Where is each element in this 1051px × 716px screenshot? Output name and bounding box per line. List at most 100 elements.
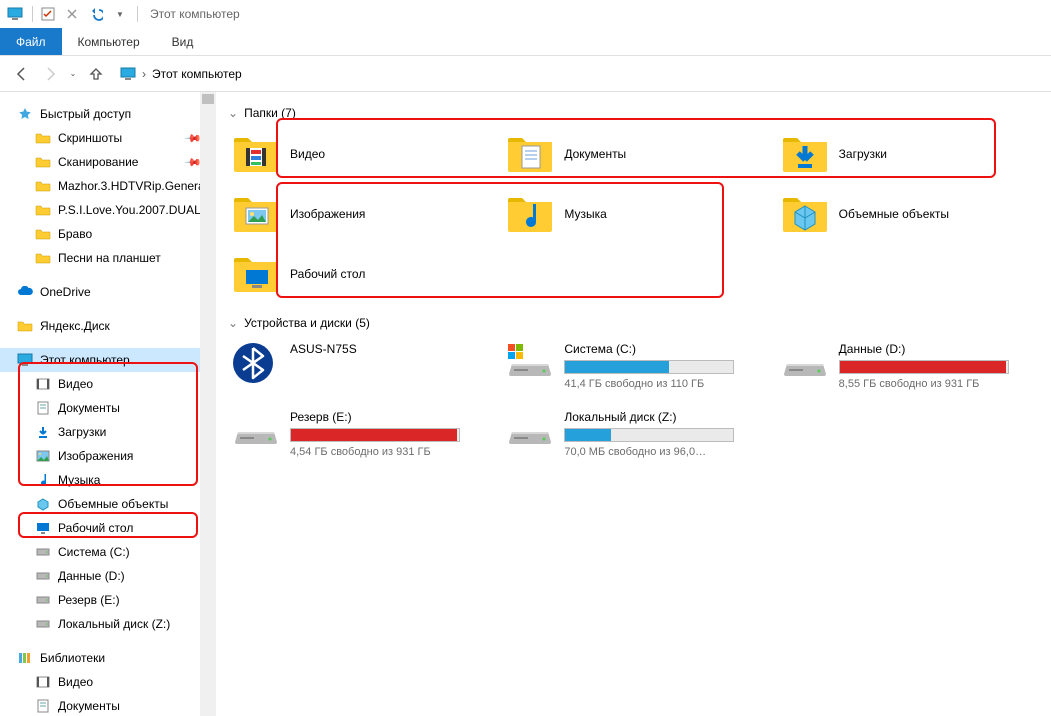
- folder-icon: [232, 134, 280, 174]
- drive-icon: [781, 342, 829, 382]
- sidebar-item[interactable]: Изображения: [0, 444, 216, 468]
- sidebar-item[interactable]: Данные (D:): [0, 564, 216, 588]
- folder-icon: [34, 201, 52, 219]
- drive-name: Локальный диск (Z:): [564, 410, 760, 424]
- item-icon: [34, 471, 52, 489]
- chevron-down-icon: ⌄: [228, 316, 238, 330]
- window-title: Этот компьютер: [150, 7, 240, 21]
- sidebar-item[interactable]: Скриншоты📌: [0, 126, 216, 150]
- content-pane: ⌄ Папки (7) ВидеоДокументыЗагрузки Изобра…: [216, 92, 1051, 716]
- breadcrumb-location[interactable]: Этот компьютер: [152, 67, 242, 81]
- drive-item[interactable]: Резерв (E:) 4,54 ГБ свободно из 931 ГБ: [228, 406, 490, 462]
- sidebar-onedrive[interactable]: OneDrive: [0, 280, 216, 304]
- sidebar-libraries[interactable]: Библиотеки: [0, 646, 216, 670]
- sidebar-item[interactable]: Видео: [0, 372, 216, 396]
- sidebar-item[interactable]: Рабочий стол: [0, 516, 216, 540]
- drive-name: ASUS-N75S: [290, 342, 486, 356]
- star-icon: [16, 105, 34, 123]
- folder-item[interactable]: Документы: [502, 128, 764, 180]
- sidebar-item[interactable]: Локальный диск (Z:): [0, 612, 216, 636]
- folder-item[interactable]: Музыка: [502, 188, 764, 240]
- tab-file[interactable]: Файл: [0, 28, 62, 55]
- folder-icon: [34, 177, 52, 195]
- folder-icon: [16, 317, 34, 335]
- capacity-bar: [564, 360, 734, 374]
- chevron-down-icon: ⌄: [228, 106, 238, 120]
- ribbon-tabs: Файл Компьютер Вид: [0, 28, 1051, 56]
- item-icon: [34, 567, 52, 585]
- tab-view[interactable]: Вид: [156, 28, 210, 55]
- drive-name: Резерв (E:): [290, 410, 486, 424]
- separator: [137, 6, 138, 22]
- sidebar-scrollbar[interactable]: [200, 92, 216, 716]
- drive-subtext: 8,55 ГБ свободно из 931 ГБ: [839, 378, 1035, 390]
- sidebar-this-pc[interactable]: Этот компьютер: [0, 348, 216, 372]
- drive-item[interactable]: Локальный диск (Z:)70,0 МБ свободно из 9…: [502, 406, 764, 462]
- item-icon: [34, 615, 52, 633]
- group-drives[interactable]: ⌄ Устройства и диски (5): [228, 316, 1039, 330]
- item-icon: [34, 543, 52, 561]
- sidebar-item[interactable]: Видео: [0, 670, 216, 694]
- qat-undo-icon[interactable]: [85, 3, 107, 25]
- item-icon: [34, 423, 52, 441]
- sidebar-yandex[interactable]: Яндекс.Диск: [0, 314, 216, 338]
- folder-item[interactable]: Видео: [228, 128, 490, 180]
- drive-icon: [232, 342, 280, 382]
- drive-icon: [506, 410, 554, 450]
- drive-icon: [506, 342, 554, 382]
- pc-icon: [16, 351, 34, 369]
- drive-name: Данные (D:): [839, 342, 1035, 356]
- sidebar-item[interactable]: P.S.I.Love.You.2007.DUAL.BDRip: [0, 198, 216, 222]
- forward-button[interactable]: [38, 62, 62, 86]
- recent-dropdown[interactable]: ⌄: [66, 62, 80, 86]
- pc-icon: [120, 67, 136, 81]
- qat-close-icon[interactable]: [61, 3, 83, 25]
- folder-icon: [232, 194, 280, 234]
- sidebar-item[interactable]: Документы: [0, 694, 216, 716]
- folder-icon: [34, 129, 52, 147]
- app-icon: [4, 3, 26, 25]
- breadcrumb[interactable]: › Этот компьютер: [120, 67, 242, 81]
- sidebar-item[interactable]: Загрузки: [0, 420, 216, 444]
- sidebar-item[interactable]: Песни на планшет: [0, 246, 216, 270]
- item-icon: [34, 375, 52, 393]
- sidebar-item[interactable]: Объемные объекты: [0, 492, 216, 516]
- drive-subtext: 4,54 ГБ свободно из 931 ГБ: [290, 446, 486, 458]
- chevron-right-icon: ›: [142, 67, 146, 81]
- item-icon: [34, 399, 52, 417]
- sidebar-item[interactable]: Музыка: [0, 468, 216, 492]
- sidebar-item[interactable]: Mazhor.3.HDTVRip.GeneralFilm: [0, 174, 216, 198]
- folder-item[interactable]: Изображения: [228, 188, 490, 240]
- folder-icon: [506, 194, 554, 234]
- tab-computer[interactable]: Компьютер: [62, 28, 156, 55]
- sidebar-item[interactable]: Система (C:): [0, 540, 216, 564]
- sidebar-quick-access[interactable]: Быстрый доступ: [0, 102, 216, 126]
- drive-item[interactable]: Данные (D:) 8,55 ГБ свободно из 931 ГБ: [777, 338, 1039, 394]
- sidebar-item[interactable]: Документы: [0, 396, 216, 420]
- folder-item[interactable]: Объемные объекты: [777, 188, 1039, 240]
- drive-item[interactable]: Система (C:)41,4 ГБ свободно из 110 ГБ: [502, 338, 764, 394]
- item-icon: [34, 697, 52, 715]
- folder-icon: [781, 134, 829, 174]
- folder-icon: [34, 153, 52, 171]
- group-folders[interactable]: ⌄ Папки (7): [228, 106, 1039, 120]
- cloud-icon: [16, 283, 34, 301]
- drive-name: Система (C:): [564, 342, 760, 356]
- up-button[interactable]: [84, 62, 108, 86]
- sidebar-item[interactable]: Браво: [0, 222, 216, 246]
- back-button[interactable]: [10, 62, 34, 86]
- qat-properties-icon[interactable]: [37, 3, 59, 25]
- item-icon: [34, 447, 52, 465]
- folder-icon: [506, 134, 554, 174]
- folder-item[interactable]: Рабочий стол: [228, 248, 490, 300]
- sidebar-item[interactable]: Сканирование📌: [0, 150, 216, 174]
- capacity-bar: [290, 428, 460, 442]
- libraries-icon: [16, 649, 34, 667]
- main: Быстрый доступ Скриншоты📌Сканирование📌Ma…: [0, 92, 1051, 716]
- item-icon: [34, 591, 52, 609]
- capacity-bar: [564, 428, 734, 442]
- folder-item[interactable]: Загрузки: [777, 128, 1039, 180]
- qat-dropdown-icon[interactable]: ▼: [109, 3, 131, 25]
- sidebar-item[interactable]: Резерв (E:): [0, 588, 216, 612]
- drive-item[interactable]: ASUS-N75S: [228, 338, 490, 394]
